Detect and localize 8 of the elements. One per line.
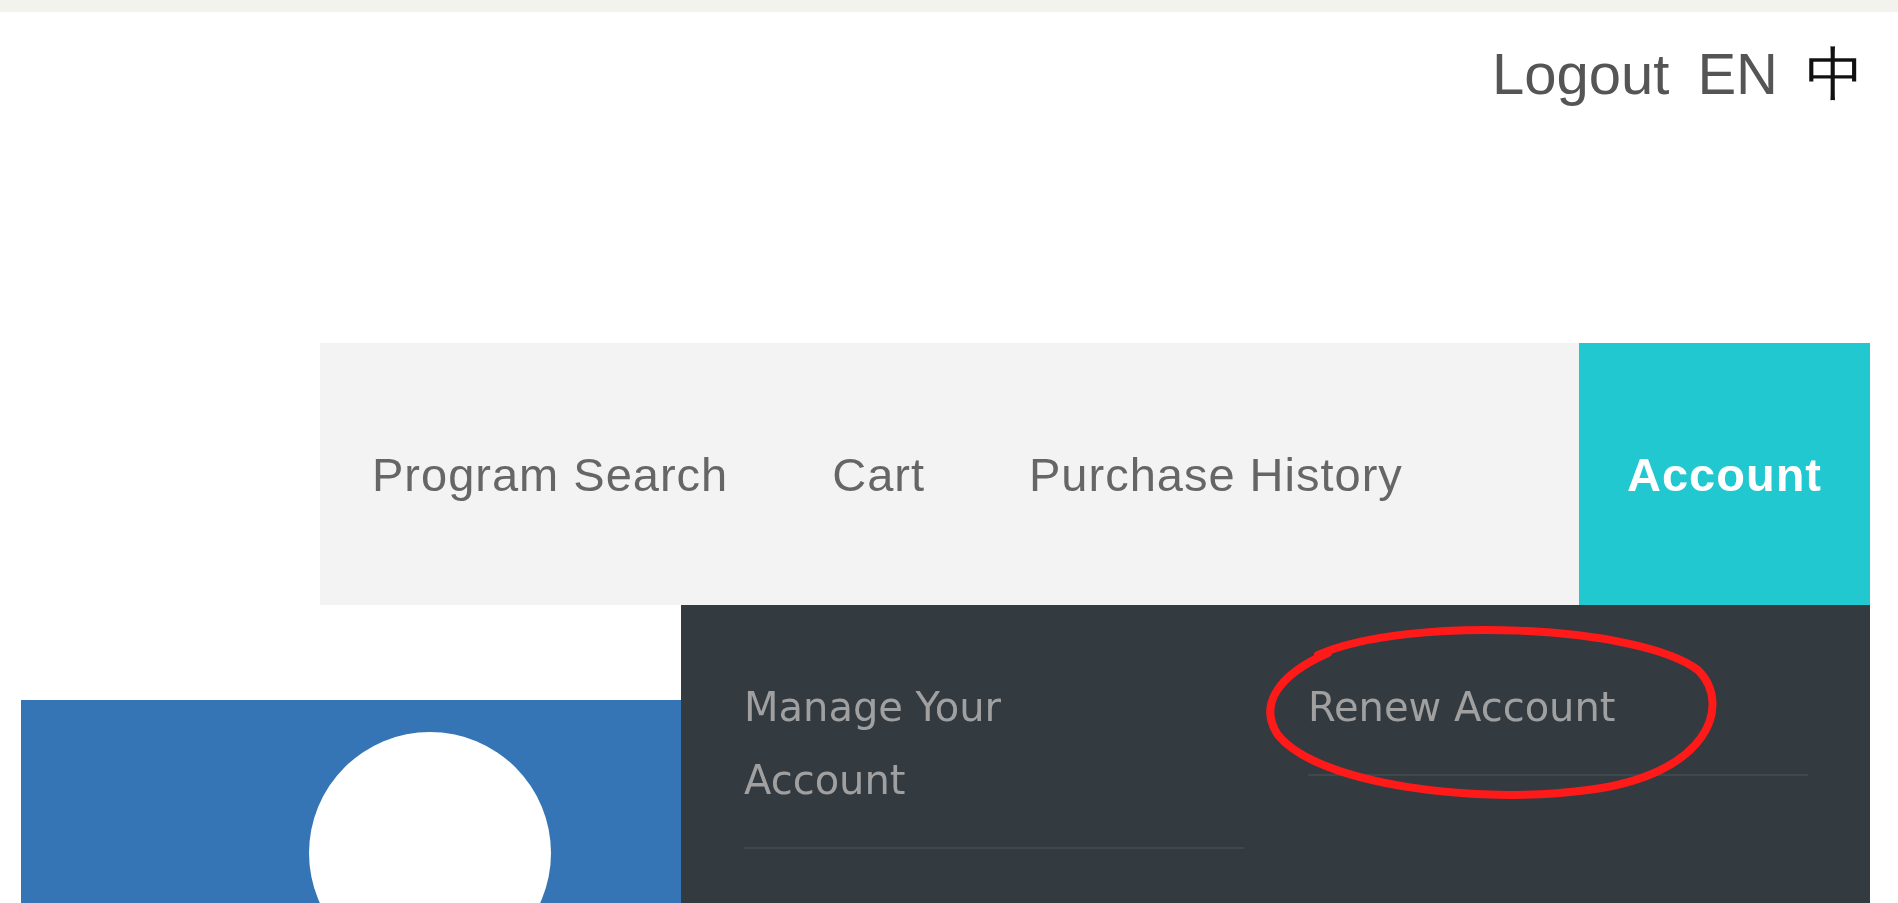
header-link[interactable]: Logout xyxy=(1492,44,1670,104)
menu-item[interactable]: Manage Your Account xyxy=(744,671,1244,849)
menu-item[interactable]: Renew Account xyxy=(1308,671,1808,776)
header-link[interactable]: 中 xyxy=(1806,44,1864,104)
nav-tab[interactable]: Program Search xyxy=(320,343,781,605)
nav-tab[interactable]: Cart xyxy=(780,343,977,605)
nav-tab[interactable]: Purchase History xyxy=(977,343,1455,605)
header-link[interactable]: EN xyxy=(1697,44,1778,104)
